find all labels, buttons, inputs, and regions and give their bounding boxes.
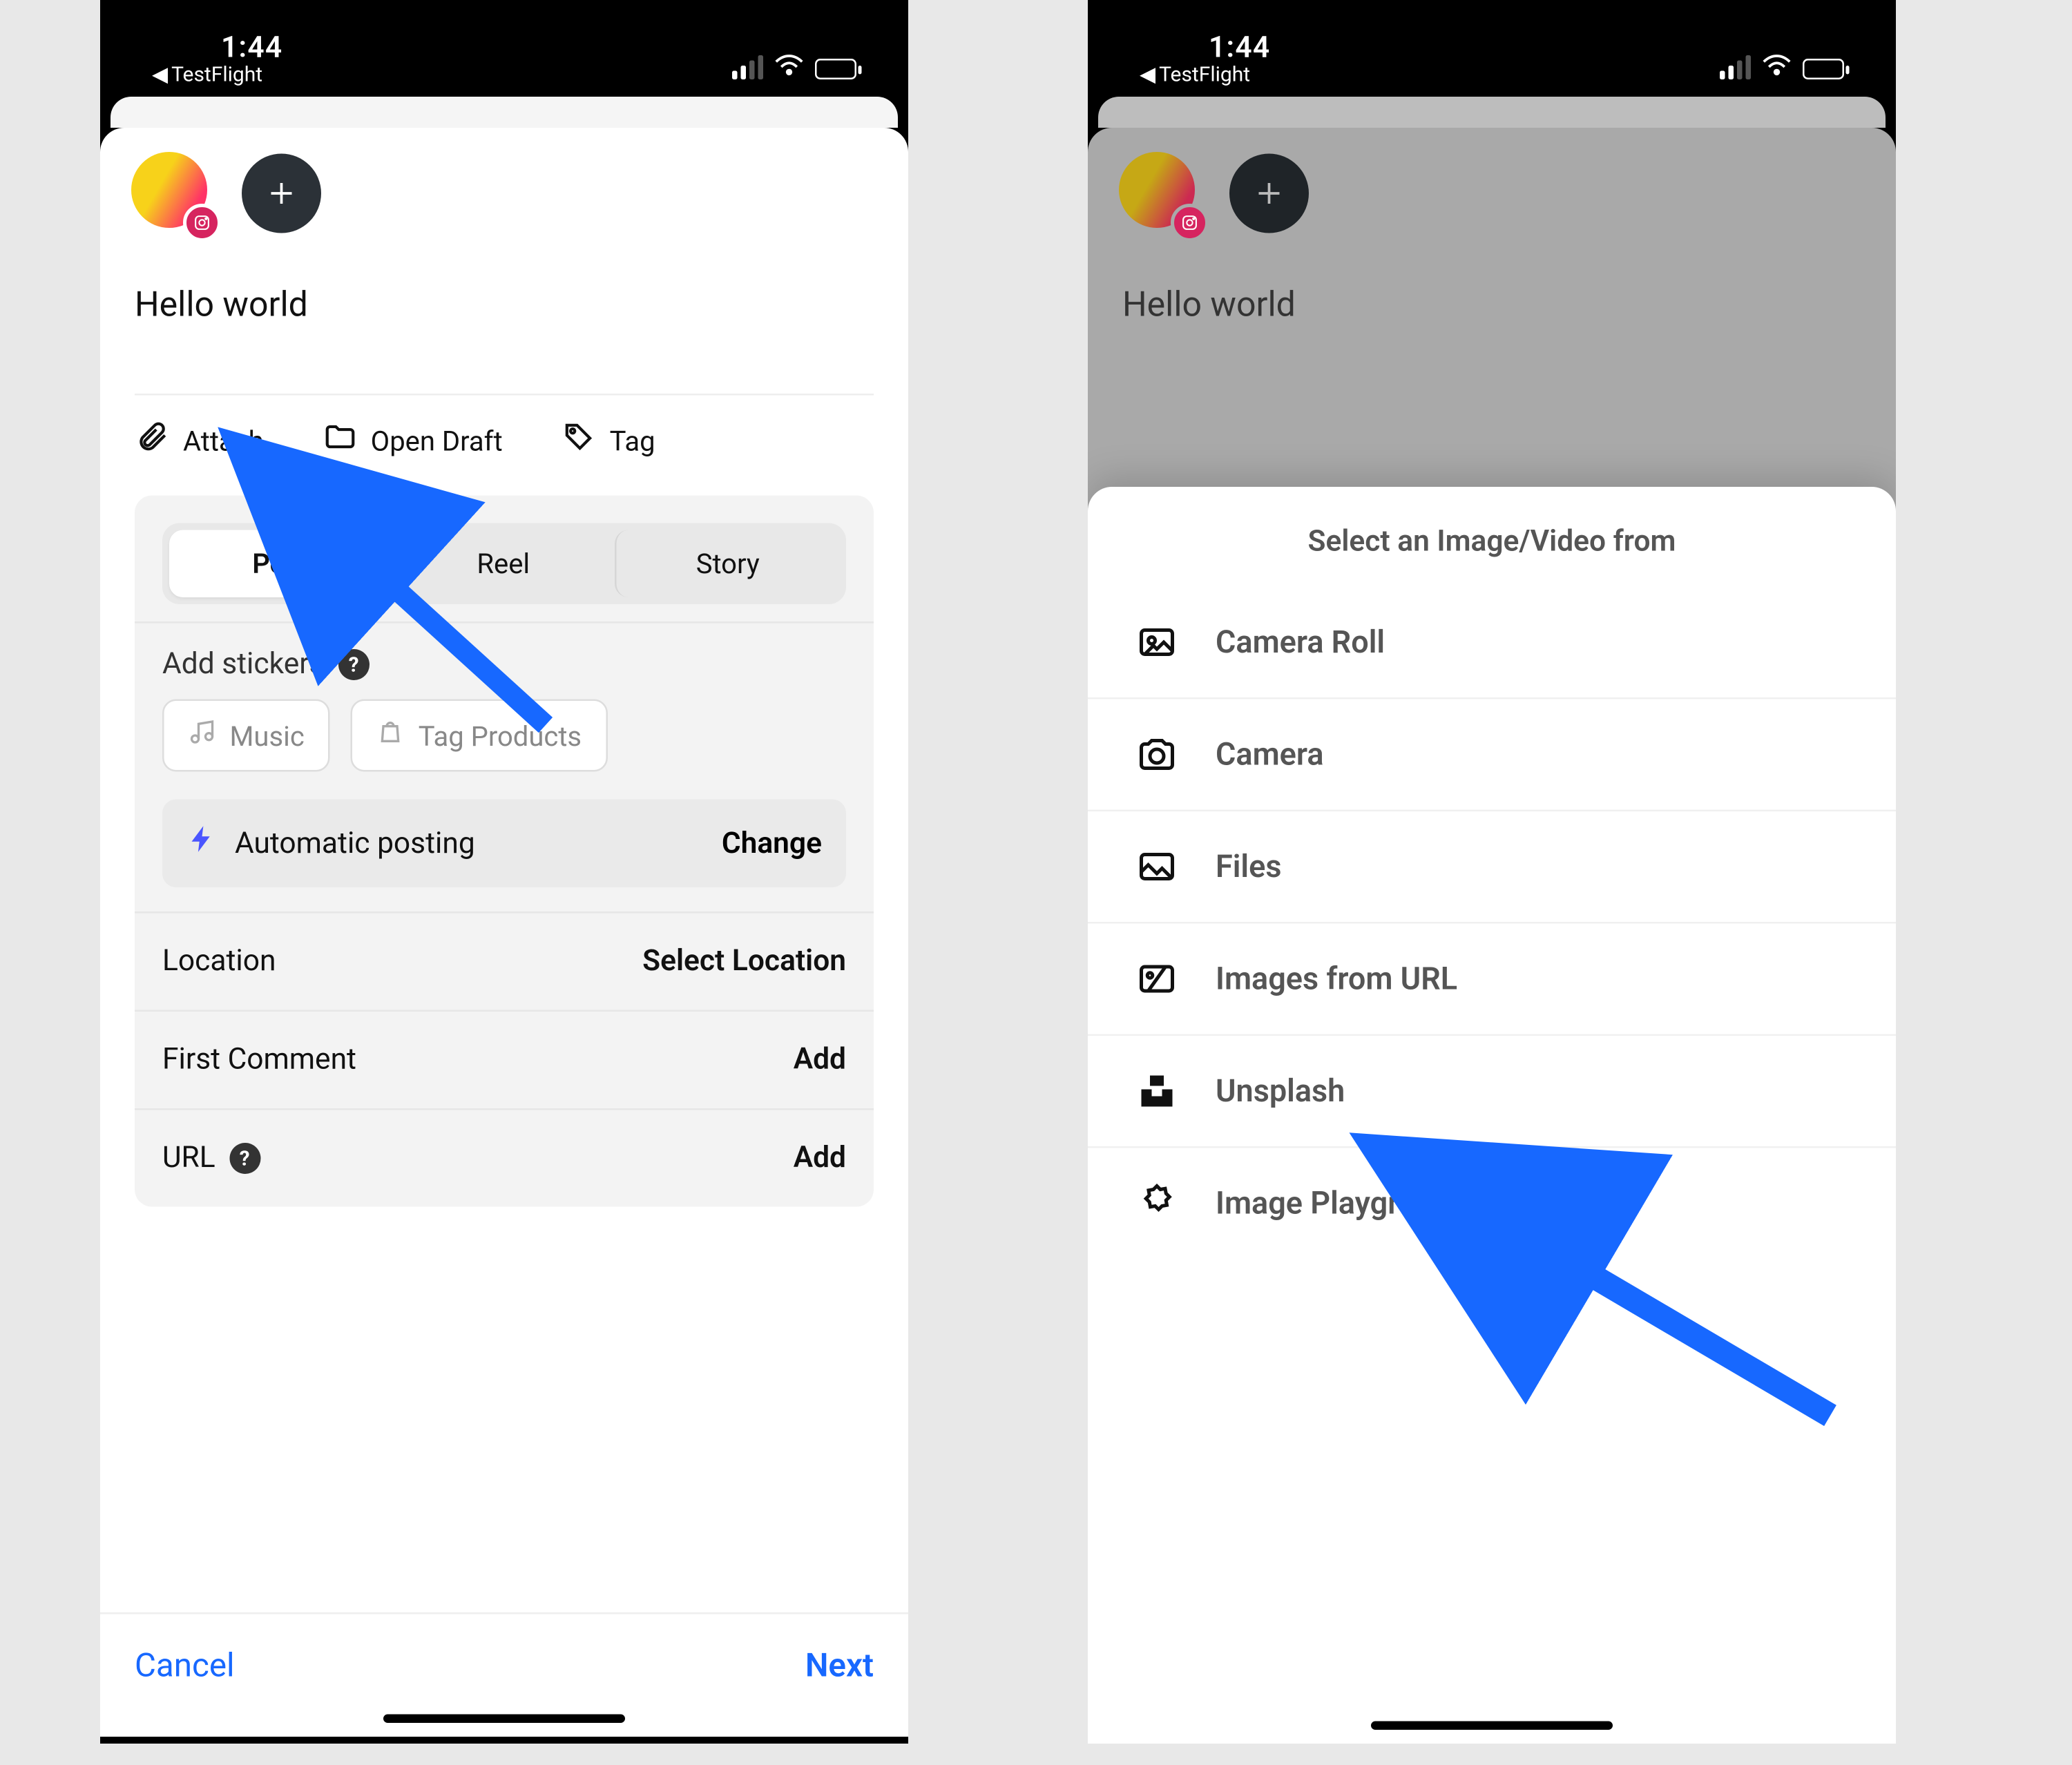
automatic-posting-row: Automatic posting Change	[162, 800, 846, 888]
compose-sheet: Hello world Attach Open Draft Tag P	[100, 128, 908, 1737]
tag-button[interactable]: Tag	[562, 420, 655, 461]
status-back-app[interactable]: ◀ TestFlight	[1140, 65, 1250, 86]
paperclip-icon	[135, 420, 169, 461]
image-icon	[1136, 621, 1178, 663]
location-row[interactable]: Location Select Location	[135, 912, 874, 1010]
status-time: 1:44	[1140, 34, 1270, 65]
bolt-icon	[186, 824, 218, 864]
compose-text[interactable]: Hello world	[100, 235, 908, 394]
playground-icon	[1136, 1183, 1178, 1224]
option-camera[interactable]: Camera	[1088, 700, 1896, 812]
battery-icon	[1803, 59, 1844, 79]
background-card-peek	[111, 97, 898, 128]
instagram-badge-icon	[1171, 204, 1209, 242]
options-panel: Post Reel Story Add stickers ? Music	[135, 496, 874, 1207]
cancel-button[interactable]: Cancel	[135, 1646, 235, 1686]
add-account-button[interactable]	[242, 154, 321, 233]
picture-icon	[1136, 846, 1178, 887]
compose-text: Hello world	[1088, 235, 1896, 394]
open-draft-button[interactable]: Open Draft	[323, 420, 503, 461]
bag-icon	[377, 718, 405, 753]
option-files[interactable]: Files	[1088, 811, 1896, 924]
tag-products-chip[interactable]: Tag Products	[351, 700, 607, 772]
option-unsplash[interactable]: Unsplash	[1088, 1036, 1896, 1148]
next-button[interactable]: Next	[805, 1646, 874, 1686]
camera-icon	[1136, 734, 1178, 775]
account-avatar	[1119, 152, 1202, 235]
add-account-button	[1229, 154, 1309, 233]
help-icon[interactable]: ?	[338, 649, 370, 680]
battery-icon	[815, 59, 856, 79]
post-type-segmented: Post Reel Story	[162, 523, 846, 605]
option-images-from-url[interactable]: Images from URL	[1088, 924, 1896, 1036]
add-stickers-label: Add stickers	[162, 648, 325, 682]
unsplash-icon	[1136, 1070, 1178, 1112]
segment-reel[interactable]: Reel	[392, 530, 615, 598]
account-avatar[interactable]	[131, 152, 214, 235]
folder-icon	[323, 420, 357, 461]
wifi-icon	[1761, 52, 1792, 86]
wifi-icon	[774, 52, 805, 86]
cellular-icon	[732, 59, 763, 79]
segment-story[interactable]: Story	[615, 530, 839, 598]
media-source-list: Camera Roll Camera Files Images from URL…	[1088, 587, 1896, 1259]
sheet-title: Select an Image/Video from	[1088, 487, 1896, 587]
option-image-playground[interactable]: Image Playground	[1088, 1148, 1896, 1259]
option-camera-roll[interactable]: Camera Roll	[1088, 587, 1896, 700]
attach-button[interactable]: Attach	[135, 420, 264, 461]
change-button[interactable]: Change	[722, 826, 822, 860]
screenshot-left: 1:44 ◀ TestFlight	[100, 0, 908, 1744]
url-image-icon	[1136, 958, 1178, 1000]
cellular-icon	[1720, 59, 1751, 79]
status-time: 1:44	[152, 34, 282, 65]
status-back-app[interactable]: ◀ TestFlight	[152, 65, 262, 86]
help-icon[interactable]: ?	[229, 1143, 260, 1174]
media-source-sheet: Select an Image/Video from Camera Roll C…	[1088, 487, 1896, 1744]
instagram-badge-icon	[183, 204, 221, 242]
segment-post[interactable]: Post	[169, 530, 392, 598]
music-chip[interactable]: Music	[162, 700, 330, 772]
home-indicator	[383, 1715, 625, 1724]
first-comment-row[interactable]: First Comment Add	[135, 1010, 874, 1109]
tag-icon	[562, 420, 596, 461]
home-indicator	[1371, 1721, 1613, 1730]
music-icon	[189, 718, 216, 753]
url-row[interactable]: URL? Add	[135, 1108, 874, 1207]
status-bar: 1:44 ◀ TestFlight	[100, 0, 908, 90]
status-bar: 1:44 ◀ TestFlight	[1088, 0, 1896, 90]
screenshot-right: 1:44 ◀ TestFlight	[1088, 0, 1896, 1744]
background-card-peek	[1098, 97, 1886, 128]
